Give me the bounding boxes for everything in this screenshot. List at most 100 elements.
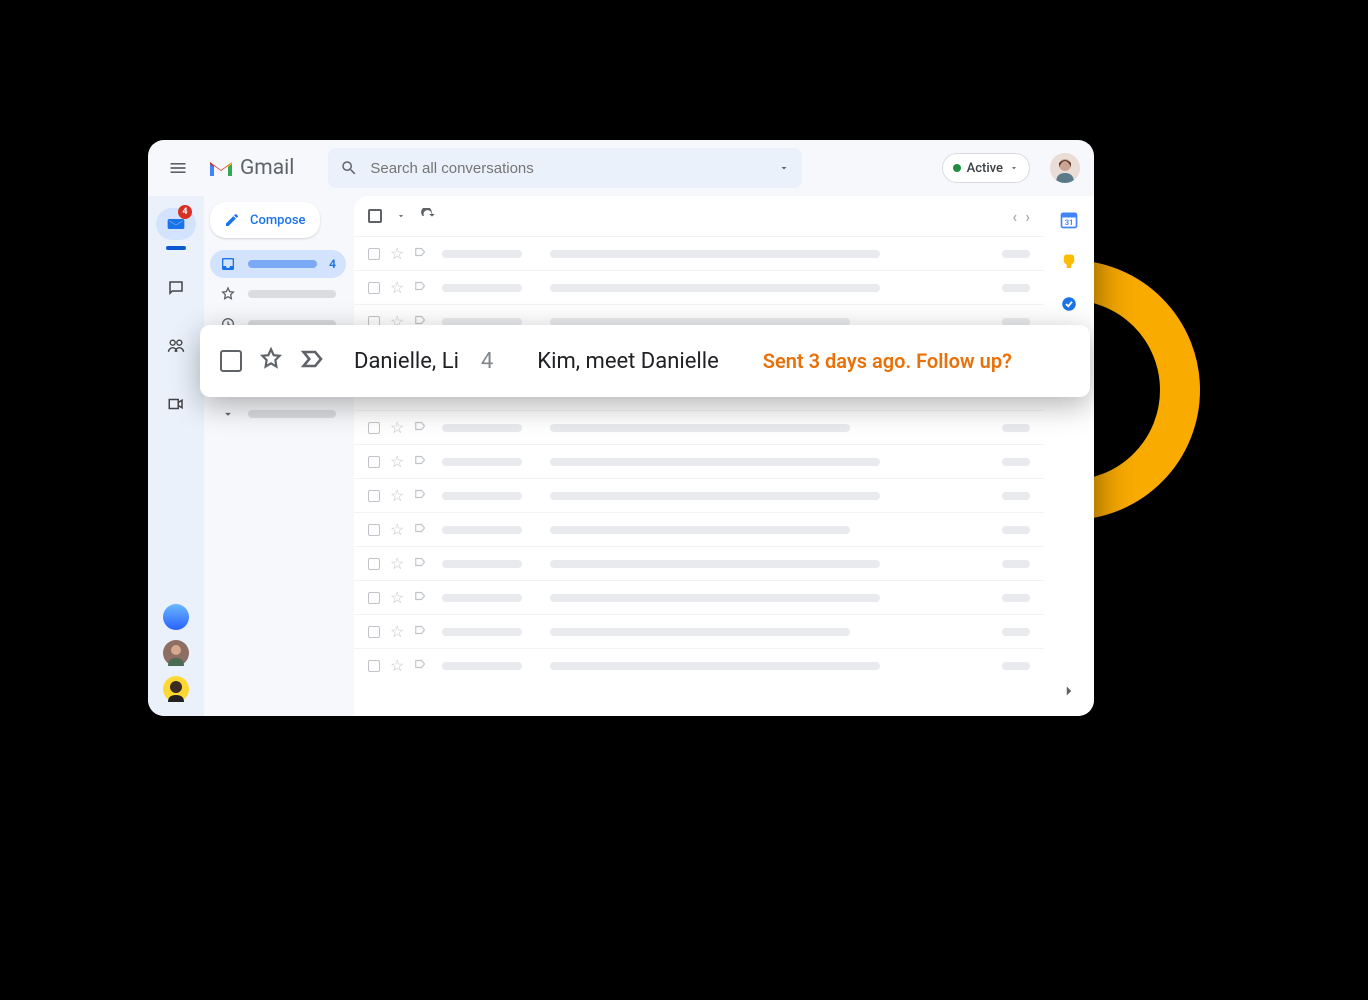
svg-text:31: 31 bbox=[1065, 218, 1074, 227]
email-row[interactable]: ☆ bbox=[354, 444, 1044, 478]
email-row[interactable]: ☆ bbox=[354, 478, 1044, 512]
row-sender: Danielle, Li bbox=[354, 349, 459, 374]
row-label-icon[interactable] bbox=[414, 588, 428, 607]
nav-placeholder bbox=[248, 410, 336, 418]
highlighted-email-row[interactable]: Danielle, Li 4 Kim, meet Danielle Sent 3… bbox=[200, 325, 1090, 397]
row-star-icon[interactable]: ☆ bbox=[390, 554, 404, 573]
row-star-icon[interactable]: ☆ bbox=[390, 588, 404, 607]
status-dot-icon bbox=[953, 164, 961, 172]
select-all-checkbox[interactable] bbox=[368, 209, 382, 223]
row-star-icon[interactable]: ☆ bbox=[390, 278, 404, 297]
row-date-placeholder bbox=[1002, 250, 1030, 258]
app-title: Gmail bbox=[240, 156, 294, 180]
email-row[interactable]: ☆ bbox=[354, 614, 1044, 648]
row-sender-placeholder bbox=[442, 560, 522, 568]
email-row[interactable]: ☆ bbox=[354, 270, 1044, 304]
row-sender-placeholder bbox=[442, 284, 522, 292]
row-checkbox[interactable] bbox=[368, 524, 380, 536]
search-input[interactable] bbox=[368, 159, 768, 178]
sidebar: Compose 4 bbox=[204, 196, 354, 716]
row-checkbox[interactable] bbox=[368, 558, 380, 570]
row-label-icon[interactable] bbox=[414, 244, 428, 263]
row-checkbox[interactable] bbox=[368, 490, 380, 502]
sidepanel-keep[interactable] bbox=[1059, 252, 1079, 272]
pager-next-icon[interactable]: › bbox=[1025, 207, 1030, 226]
row-star-icon[interactable]: ☆ bbox=[390, 520, 404, 539]
rail-spaces[interactable] bbox=[156, 326, 196, 366]
sidebar-more[interactable] bbox=[210, 400, 346, 428]
rail-contact-3[interactable] bbox=[163, 676, 189, 702]
rail-chat[interactable] bbox=[156, 268, 196, 308]
keep-icon bbox=[1060, 253, 1078, 271]
pencil-icon bbox=[224, 212, 240, 228]
row-star-icon[interactable]: ☆ bbox=[390, 452, 404, 471]
search-bar[interactable] bbox=[328, 148, 802, 188]
row-label-icon[interactable] bbox=[414, 418, 428, 437]
sidepanel-expand[interactable] bbox=[1060, 682, 1078, 716]
select-dropdown-icon[interactable] bbox=[396, 211, 406, 221]
avatar-icon bbox=[1050, 153, 1080, 183]
status-label: Active bbox=[967, 161, 1003, 176]
row-checkbox[interactable] bbox=[220, 350, 242, 372]
row-label-icon[interactable] bbox=[414, 452, 428, 471]
email-row[interactable]: ☆ bbox=[354, 648, 1044, 682]
email-row[interactable]: ☆ bbox=[354, 410, 1044, 444]
side-panel: 31 bbox=[1044, 196, 1094, 716]
row-checkbox[interactable] bbox=[368, 282, 380, 294]
row-checkbox[interactable] bbox=[368, 592, 380, 604]
sidebar-inbox[interactable]: 4 bbox=[210, 250, 346, 278]
email-row[interactable]: ☆ bbox=[354, 546, 1044, 580]
row-checkbox[interactable] bbox=[368, 660, 380, 672]
sidepanel-calendar[interactable]: 31 bbox=[1059, 210, 1079, 230]
rail-active-indicator bbox=[166, 246, 186, 250]
row-subject-placeholder bbox=[550, 560, 880, 568]
sidebar-starred[interactable] bbox=[210, 280, 346, 308]
avatar-icon bbox=[163, 676, 189, 702]
row-important-icon[interactable] bbox=[300, 345, 328, 377]
row-label-icon[interactable] bbox=[414, 520, 428, 539]
rail-mail[interactable]: 4 bbox=[156, 208, 196, 240]
row-label-icon[interactable] bbox=[414, 486, 428, 505]
rail-meet[interactable] bbox=[156, 384, 196, 424]
row-subject-placeholder bbox=[550, 284, 880, 292]
row-star-icon[interactable]: ☆ bbox=[390, 656, 404, 675]
row-checkbox[interactable] bbox=[368, 456, 380, 468]
row-star-icon[interactable]: ☆ bbox=[390, 486, 404, 505]
row-star-icon[interactable] bbox=[258, 346, 284, 376]
gmail-m-icon bbox=[208, 158, 234, 178]
chevron-down-icon bbox=[220, 406, 236, 422]
status-chip[interactable]: Active bbox=[942, 153, 1030, 183]
pager-prev-icon[interactable]: ‹ bbox=[1012, 207, 1017, 226]
refresh-icon[interactable] bbox=[420, 208, 436, 224]
rail-contact-2[interactable] bbox=[163, 640, 189, 666]
email-row[interactable]: ☆ bbox=[354, 512, 1044, 546]
row-subject-placeholder bbox=[550, 458, 880, 466]
row-sender-placeholder bbox=[442, 594, 522, 602]
row-subject-placeholder bbox=[550, 594, 880, 602]
row-star-icon[interactable]: ☆ bbox=[390, 418, 404, 437]
compose-button[interactable]: Compose bbox=[210, 202, 320, 238]
rail-contact-1[interactable] bbox=[163, 604, 189, 630]
row-label-icon[interactable] bbox=[414, 622, 428, 641]
account-avatar[interactable] bbox=[1050, 153, 1080, 183]
left-rail: 4 bbox=[148, 196, 204, 716]
main-menu-button[interactable] bbox=[158, 148, 198, 188]
email-row[interactable]: ☆ bbox=[354, 236, 1044, 270]
row-date-placeholder bbox=[1002, 594, 1030, 602]
row-checkbox[interactable] bbox=[368, 626, 380, 638]
row-label-icon[interactable] bbox=[414, 278, 428, 297]
email-row[interactable]: ☆ bbox=[354, 580, 1044, 614]
row-checkbox[interactable] bbox=[368, 248, 380, 260]
sidepanel-tasks[interactable] bbox=[1059, 294, 1079, 314]
search-options-icon[interactable] bbox=[778, 162, 790, 174]
row-label-icon[interactable] bbox=[414, 554, 428, 573]
row-date-placeholder bbox=[1002, 458, 1030, 466]
row-star-icon[interactable]: ☆ bbox=[390, 622, 404, 641]
row-label-icon[interactable] bbox=[414, 656, 428, 675]
avatar-icon bbox=[163, 640, 189, 666]
row-checkbox[interactable] bbox=[368, 422, 380, 434]
spaces-icon bbox=[166, 336, 186, 356]
gmail-logo[interactable]: Gmail bbox=[208, 156, 294, 180]
row-star-icon[interactable]: ☆ bbox=[390, 244, 404, 263]
meet-icon bbox=[167, 395, 185, 413]
